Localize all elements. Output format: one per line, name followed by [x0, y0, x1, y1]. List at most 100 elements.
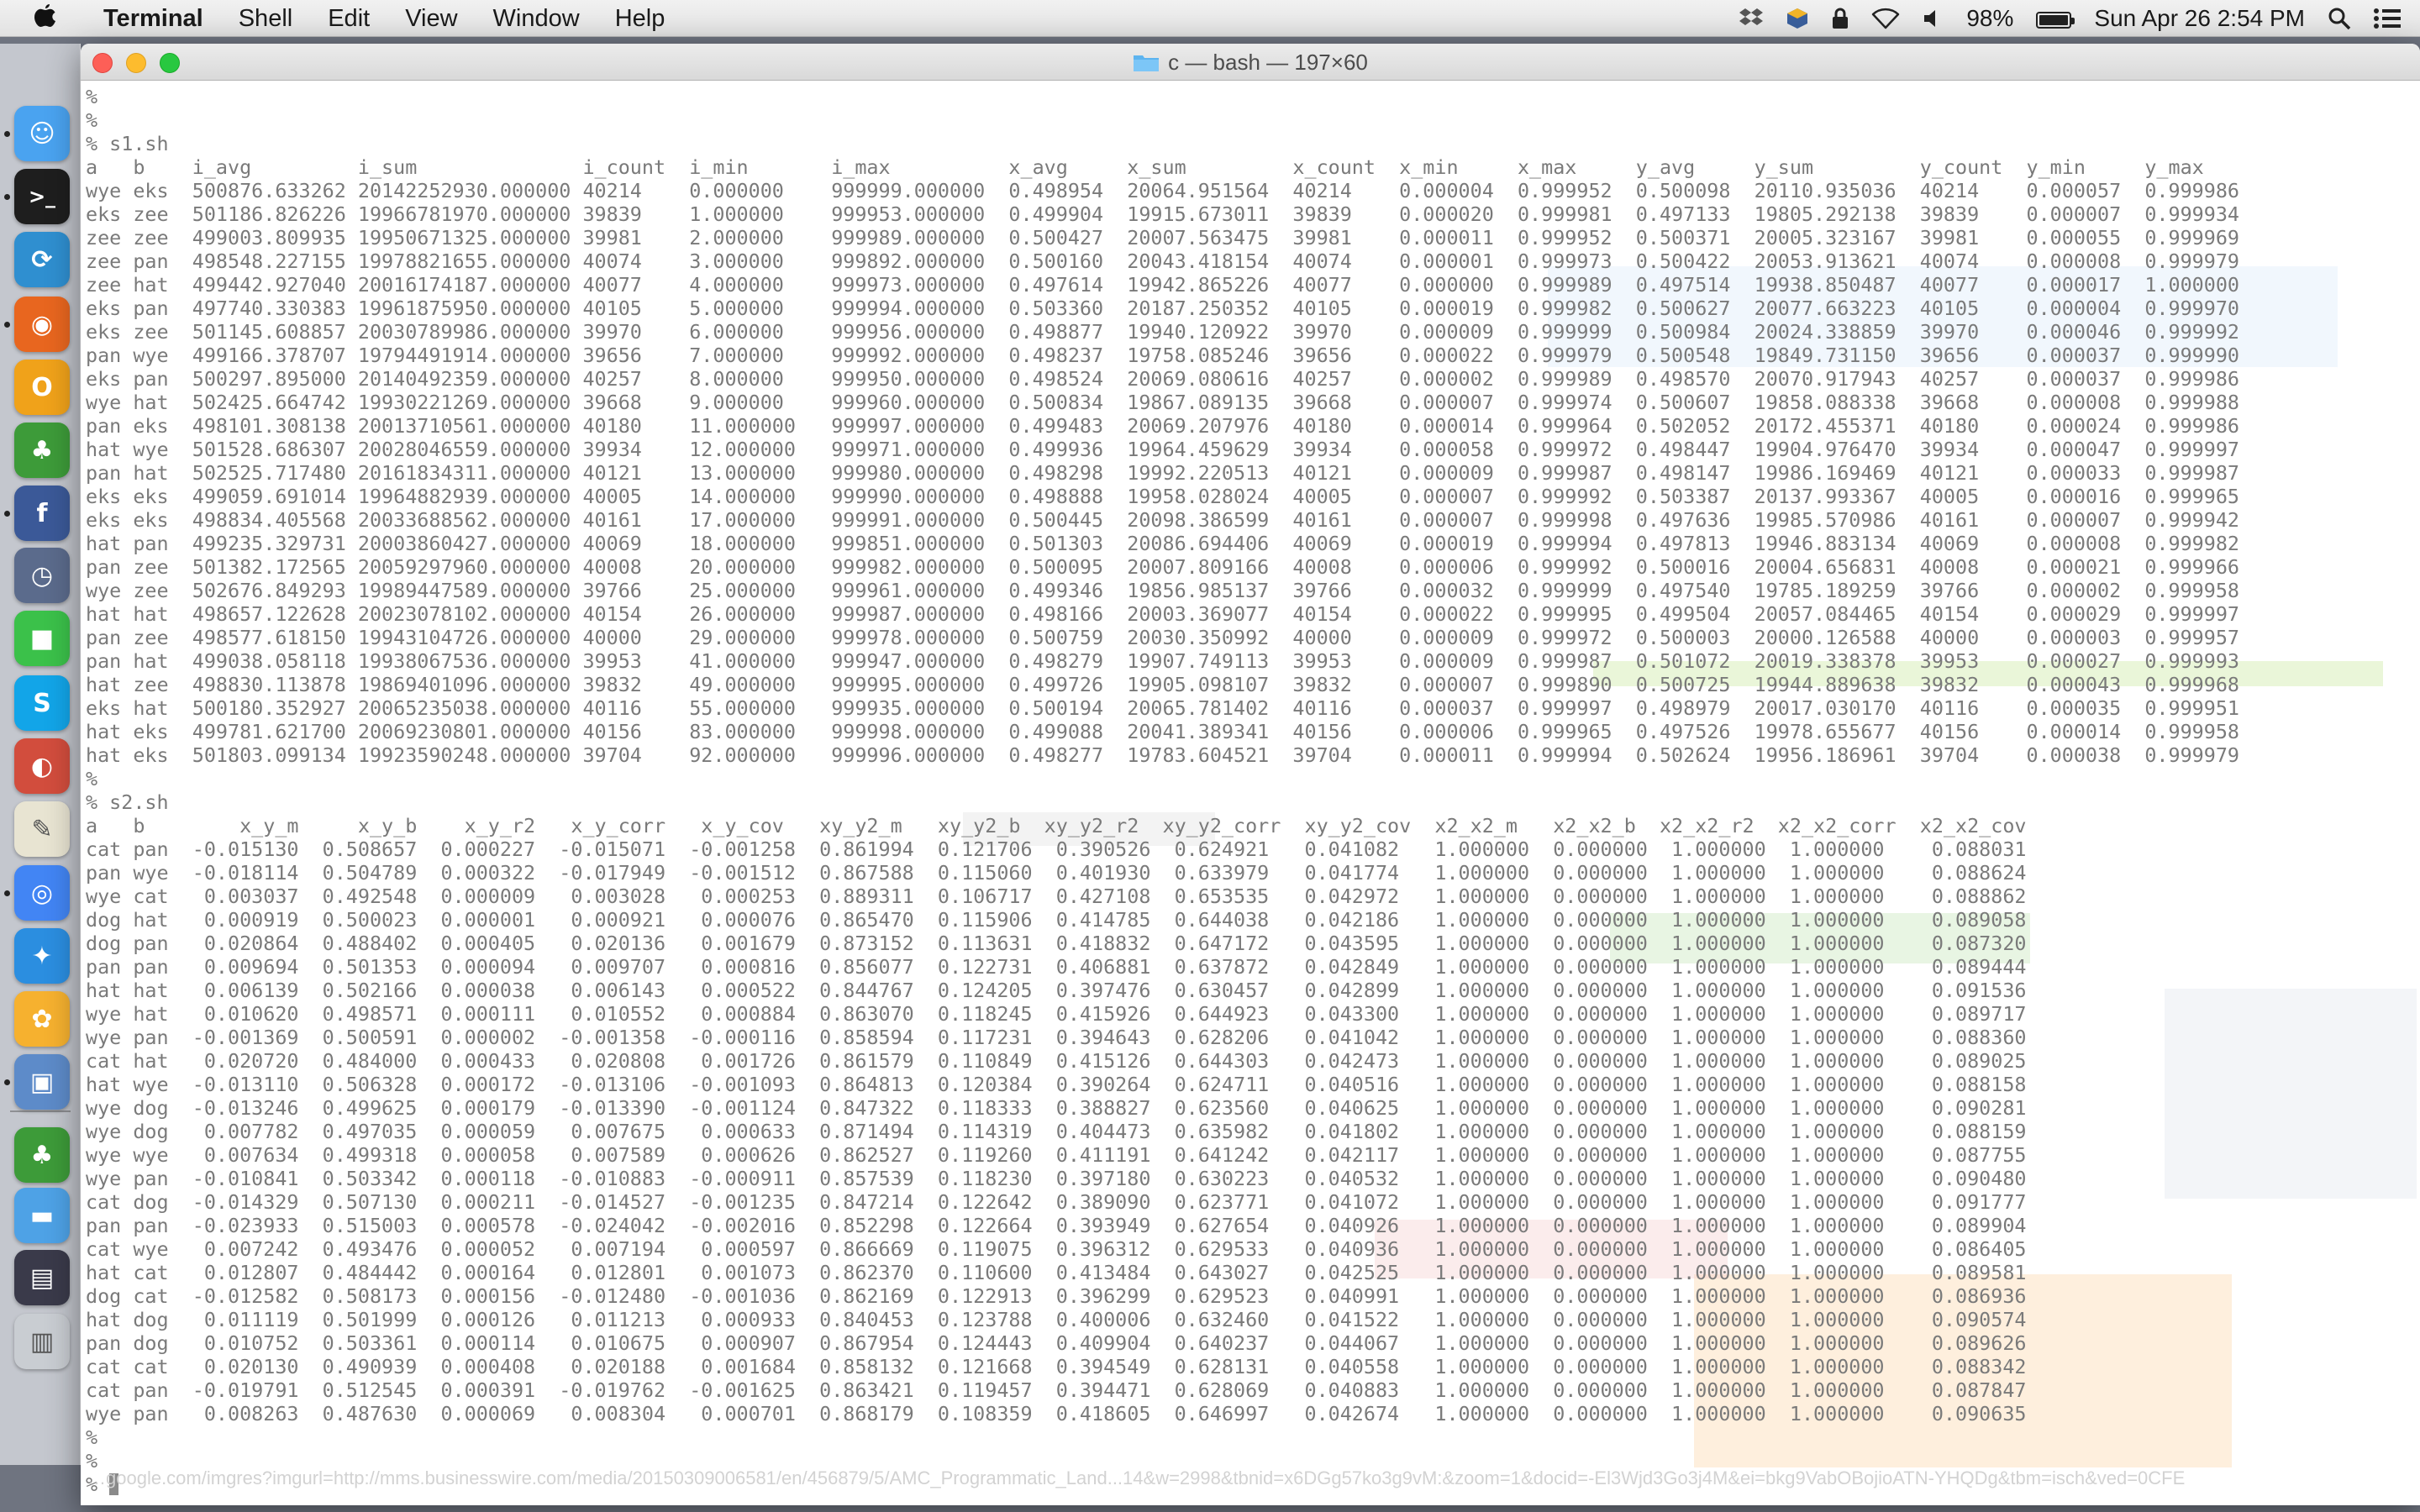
- terminal-line: %: [86, 108, 98, 132]
- apple-menu-icon[interactable]: [0, 0, 86, 37]
- terminal-line: pan wye -0.018114 0.504789 0.000322 -0.0…: [86, 861, 2027, 885]
- terminal-output[interactable]: %%% s1.sh a b i_avg i_sum i_count i_min i…: [86, 85, 2420, 1496]
- terminal-line: cat cat 0.020130 0.490939 0.000408 0.020…: [86, 1355, 2027, 1378]
- terminal-line: wye pan -0.001369 0.500591 0.000002 -0.0…: [86, 1026, 2027, 1049]
- safari-icon[interactable]: ✦: [14, 928, 70, 984]
- folder-icon[interactable]: ▬: [14, 1188, 70, 1243]
- terminal-line: % s1.sh: [86, 132, 169, 155]
- terminal-line: pan wye 499166.378707 19794491914.000000…: [86, 344, 2239, 367]
- terminal-line: zee zee 499003.809935 19950671325.000000…: [86, 226, 2239, 249]
- menu-bar-left: Terminal Shell Edit View Window Help: [0, 0, 682, 37]
- terminal-line: dog pan 0.020864 0.488402 0.000405 0.020…: [86, 932, 2027, 955]
- running-indicator: [4, 511, 10, 517]
- menu-clock[interactable]: Sun Apr 26 2:54 PM: [2082, 0, 2317, 37]
- terminal-line: wye pan 0.008263 0.487630 0.000069 0.008…: [86, 1402, 2027, 1425]
- finder-icon[interactable]: ☺: [14, 106, 70, 161]
- photos-icon[interactable]: ✿: [14, 991, 70, 1047]
- opera-icon[interactable]: O: [14, 360, 70, 415]
- battery-percent[interactable]: 98%: [1954, 0, 2025, 37]
- lock-icon[interactable]: [1820, 7, 1860, 30]
- preview-icon[interactable]: ▣: [14, 1054, 70, 1110]
- facetime-icon[interactable]: ■: [14, 611, 70, 666]
- trash-icon[interactable]: ▥: [14, 1314, 70, 1369]
- textedit-icon[interactable]: ✎: [14, 801, 70, 857]
- terminal-line: pan hat 499038.058118 19938067536.000000…: [86, 649, 2239, 673]
- terminal-line: %: [86, 767, 98, 790]
- terminal-line: zee pan 498548.227155 19978821655.000000…: [86, 249, 2239, 273]
- terminal-line: hat eks 499781.621700 20069230801.000000…: [86, 720, 2239, 743]
- volume-icon[interactable]: [1911, 8, 1954, 29]
- running-indicator: [4, 322, 10, 328]
- terminal-line: pan hat 502525.717480 20161834311.000000…: [86, 461, 2239, 485]
- terminal-line: wye hat 0.010620 0.498571 0.000111 0.010…: [86, 1002, 2027, 1026]
- terminal-icon[interactable]: >_: [14, 169, 70, 224]
- terminal-line: pan zee 501382.172565 20059297960.000000…: [86, 555, 2239, 579]
- alarm-clock-icon[interactable]: ◷: [14, 548, 70, 603]
- terminal-line: eks zee 501145.608857 20030789986.000000…: [86, 320, 2239, 344]
- terminal-line: eks zee 501186.826226 19966781970.000000…: [86, 202, 2239, 226]
- terminal-line: wye cat 0.003037 0.492548 0.000009 0.003…: [86, 885, 2027, 908]
- terminal-line: cat pan -0.019791 0.512545 0.000391 -0.0…: [86, 1378, 2027, 1402]
- terminal-line: hat hat 0.006139 0.502166 0.000038 0.006…: [86, 979, 2027, 1002]
- adium-icon[interactable]: ♣: [14, 423, 70, 478]
- dock: ☺ >_ ⟳ ◉ O ♣ f ◷ ■ S ◐ ✎ ◎ ✦ ✿ ▣ ♣ ▬ ▤ ▥: [0, 44, 81, 1465]
- terminal-line: cat hat 0.020720 0.484000 0.000433 0.020…: [86, 1049, 2027, 1073]
- terminal-line: hat zee 498830.113878 19869401096.000000…: [86, 673, 2239, 696]
- terminal-line: eks hat 500180.352927 20065235038.000000…: [86, 696, 2239, 720]
- terminal-window: c — bash — 197×60 %%% s1.sh a b i_avg i_s…: [81, 44, 2420, 1505]
- wifi-icon[interactable]: [1860, 8, 1911, 29]
- menu-bar-status-area: 98% Sun Apr 26 2:54 PM: [1728, 0, 2420, 37]
- spotlight-search-icon[interactable]: [2317, 7, 2362, 30]
- terminal-line: hat wye -0.013110 0.506328 0.000172 -0.0…: [86, 1073, 2027, 1096]
- adium-duck-icon[interactable]: ♣: [14, 1127, 70, 1183]
- menu-app-terminal[interactable]: Terminal: [86, 0, 221, 37]
- battery-icon[interactable]: [2025, 0, 2082, 37]
- terminal-line: cat pan -0.015130 0.508657 0.000227 -0.0…: [86, 837, 2027, 861]
- virtualbox-icon[interactable]: [1775, 7, 1820, 30]
- terminal-line: hat pan 499235.329731 20003860427.000000…: [86, 532, 2239, 555]
- terminal-line: cat dog -0.014329 0.507130 0.000211 -0.0…: [86, 1190, 2027, 1214]
- terminal-line: hat cat 0.012807 0.484442 0.000164 0.012…: [86, 1261, 2027, 1284]
- terminal-line: pan zee 498577.618150 19943104726.000000…: [86, 626, 2239, 649]
- terminal-line: a b x_y_m x_y_b x_y_r2 x_y_corr x_y_cov …: [86, 814, 2027, 837]
- facebook-icon[interactable]: f: [14, 486, 70, 541]
- terminal-line: wye zee 502676.849293 19989447589.000000…: [86, 579, 2239, 602]
- terminal-line: wye wye 0.007634 0.499318 0.000058 0.007…: [86, 1143, 2027, 1167]
- menu-shell[interactable]: Shell: [221, 0, 311, 37]
- terminal-line: hat dog 0.011119 0.501999 0.000126 0.011…: [86, 1308, 2027, 1331]
- terminal-line: pan pan -0.023933 0.515003 0.000578 -0.0…: [86, 1214, 2027, 1237]
- terminal-line: wye dog -0.013246 0.499625 0.000179 -0.0…: [86, 1096, 2027, 1120]
- terminal-line: eks eks 498834.405568 20033688562.000000…: [86, 508, 2239, 532]
- picasa-icon[interactable]: ◐: [14, 738, 70, 794]
- skype-icon[interactable]: S: [14, 675, 70, 731]
- downloads-stack-icon[interactable]: ▤: [14, 1250, 70, 1305]
- terminal-content[interactable]: %%% s1.sh a b i_avg i_sum i_count i_min i…: [81, 81, 2420, 1505]
- dropbox-icon[interactable]: [1728, 7, 1775, 30]
- running-indicator: [4, 1079, 10, 1085]
- terminal-line: eks pan 497740.330383 19961875950.000000…: [86, 297, 2239, 320]
- running-indicator: [4, 890, 10, 896]
- terminal-line: a b i_avg i_sum i_count i_min i_max x_av…: [86, 155, 2204, 179]
- terminal-line: cat wye 0.007242 0.493476 0.000052 0.007…: [86, 1237, 2027, 1261]
- menu-window[interactable]: Window: [476, 0, 597, 37]
- notification-center-icon[interactable]: [2362, 8, 2420, 29]
- menu-view[interactable]: View: [387, 0, 475, 37]
- firefox-icon[interactable]: ◉: [14, 297, 70, 352]
- terminal-line: dog cat -0.012582 0.508173 0.000156 -0.0…: [86, 1284, 2027, 1308]
- window-title-bar[interactable]: c — bash — 197×60: [81, 44, 2420, 81]
- terminal-line: %: [86, 85, 98, 108]
- terminal-line: wye pan -0.010841 0.503342 0.000118 -0.0…: [86, 1167, 2027, 1190]
- sync-icon[interactable]: ⟳: [14, 232, 70, 287]
- terminal-line: eks pan 500297.895000 20140492359.000000…: [86, 367, 2239, 391]
- terminal-line: %: [86, 1425, 98, 1449]
- running-indicator: [4, 194, 10, 200]
- chrome-icon[interactable]: ◎: [14, 865, 70, 921]
- terminal-line: hat wye 501528.686307 20028046559.000000…: [86, 438, 2239, 461]
- menu-edit[interactable]: Edit: [310, 0, 387, 37]
- terminal-line: wye dog 0.007782 0.497035 0.000059 0.007…: [86, 1120, 2027, 1143]
- terminal-line: zee hat 499442.927040 20016174187.000000…: [86, 273, 2239, 297]
- menu-bar: Terminal Shell Edit View Window Help 98%…: [0, 0, 2420, 37]
- terminal-line: pan pan 0.009694 0.501353 0.000094 0.009…: [86, 955, 2027, 979]
- terminal-line: wye hat 502425.664742 19930221269.000000…: [86, 391, 2239, 414]
- menu-help[interactable]: Help: [597, 0, 683, 37]
